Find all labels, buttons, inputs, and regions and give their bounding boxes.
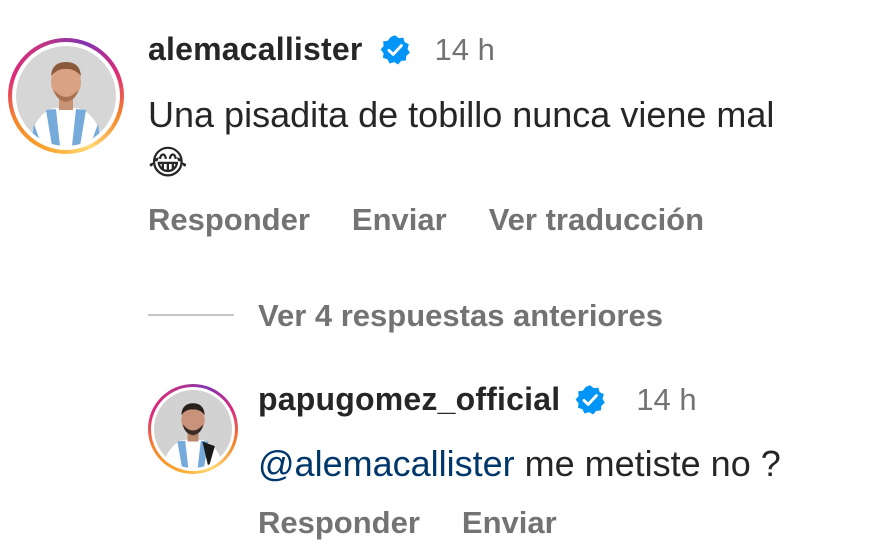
- player-photo-icon: [16, 46, 116, 146]
- avatar-photo: [16, 46, 116, 146]
- reply-button[interactable]: Responder: [148, 202, 310, 238]
- avatar-gap: [12, 42, 120, 150]
- comment-username[interactable]: alemacallister: [148, 31, 363, 68]
- comment-text-block: Una pisadita de tobillo nunca viene mal …: [148, 91, 878, 187]
- view-previous-replies-button[interactable]: Ver 4 respuestas anteriores: [258, 298, 663, 334]
- player-photo-icon: [154, 390, 232, 468]
- avatar-papugomez[interactable]: [148, 384, 238, 474]
- comment-actions: Responder Enviar Ver traducción: [148, 202, 704, 238]
- avatar-gap: [151, 387, 235, 471]
- comment-header: alemacallister 14 h: [148, 31, 495, 68]
- reply-text: me metiste no ?: [514, 443, 781, 484]
- comment-emoji: 😂: [148, 144, 188, 182]
- reply-username[interactable]: papugomez_official: [258, 381, 560, 418]
- replies-divider: [148, 314, 234, 316]
- reply-header: papugomez_official 14 h: [258, 381, 697, 418]
- reply-actions: Responder Enviar: [258, 505, 557, 541]
- reply-reply-button[interactable]: Responder: [258, 505, 420, 541]
- reply-timestamp: 14 h: [636, 381, 697, 417]
- reply-mention-link[interactable]: @alemacallister: [258, 443, 515, 484]
- reply-text-block: @alemacallister me metiste no ?: [258, 440, 781, 488]
- reply-send-button[interactable]: Enviar: [462, 505, 557, 541]
- comment-timestamp: 14 h: [434, 31, 495, 67]
- verified-badge-icon: [379, 34, 411, 66]
- send-button[interactable]: Enviar: [352, 202, 447, 238]
- verified-badge-icon: [574, 384, 606, 416]
- comment-text: Una pisadita de tobillo nunca viene mal: [148, 94, 775, 135]
- avatar-photo: [154, 390, 232, 468]
- avatar-alemacallister[interactable]: [8, 38, 124, 154]
- translate-button[interactable]: Ver traducción: [489, 202, 704, 238]
